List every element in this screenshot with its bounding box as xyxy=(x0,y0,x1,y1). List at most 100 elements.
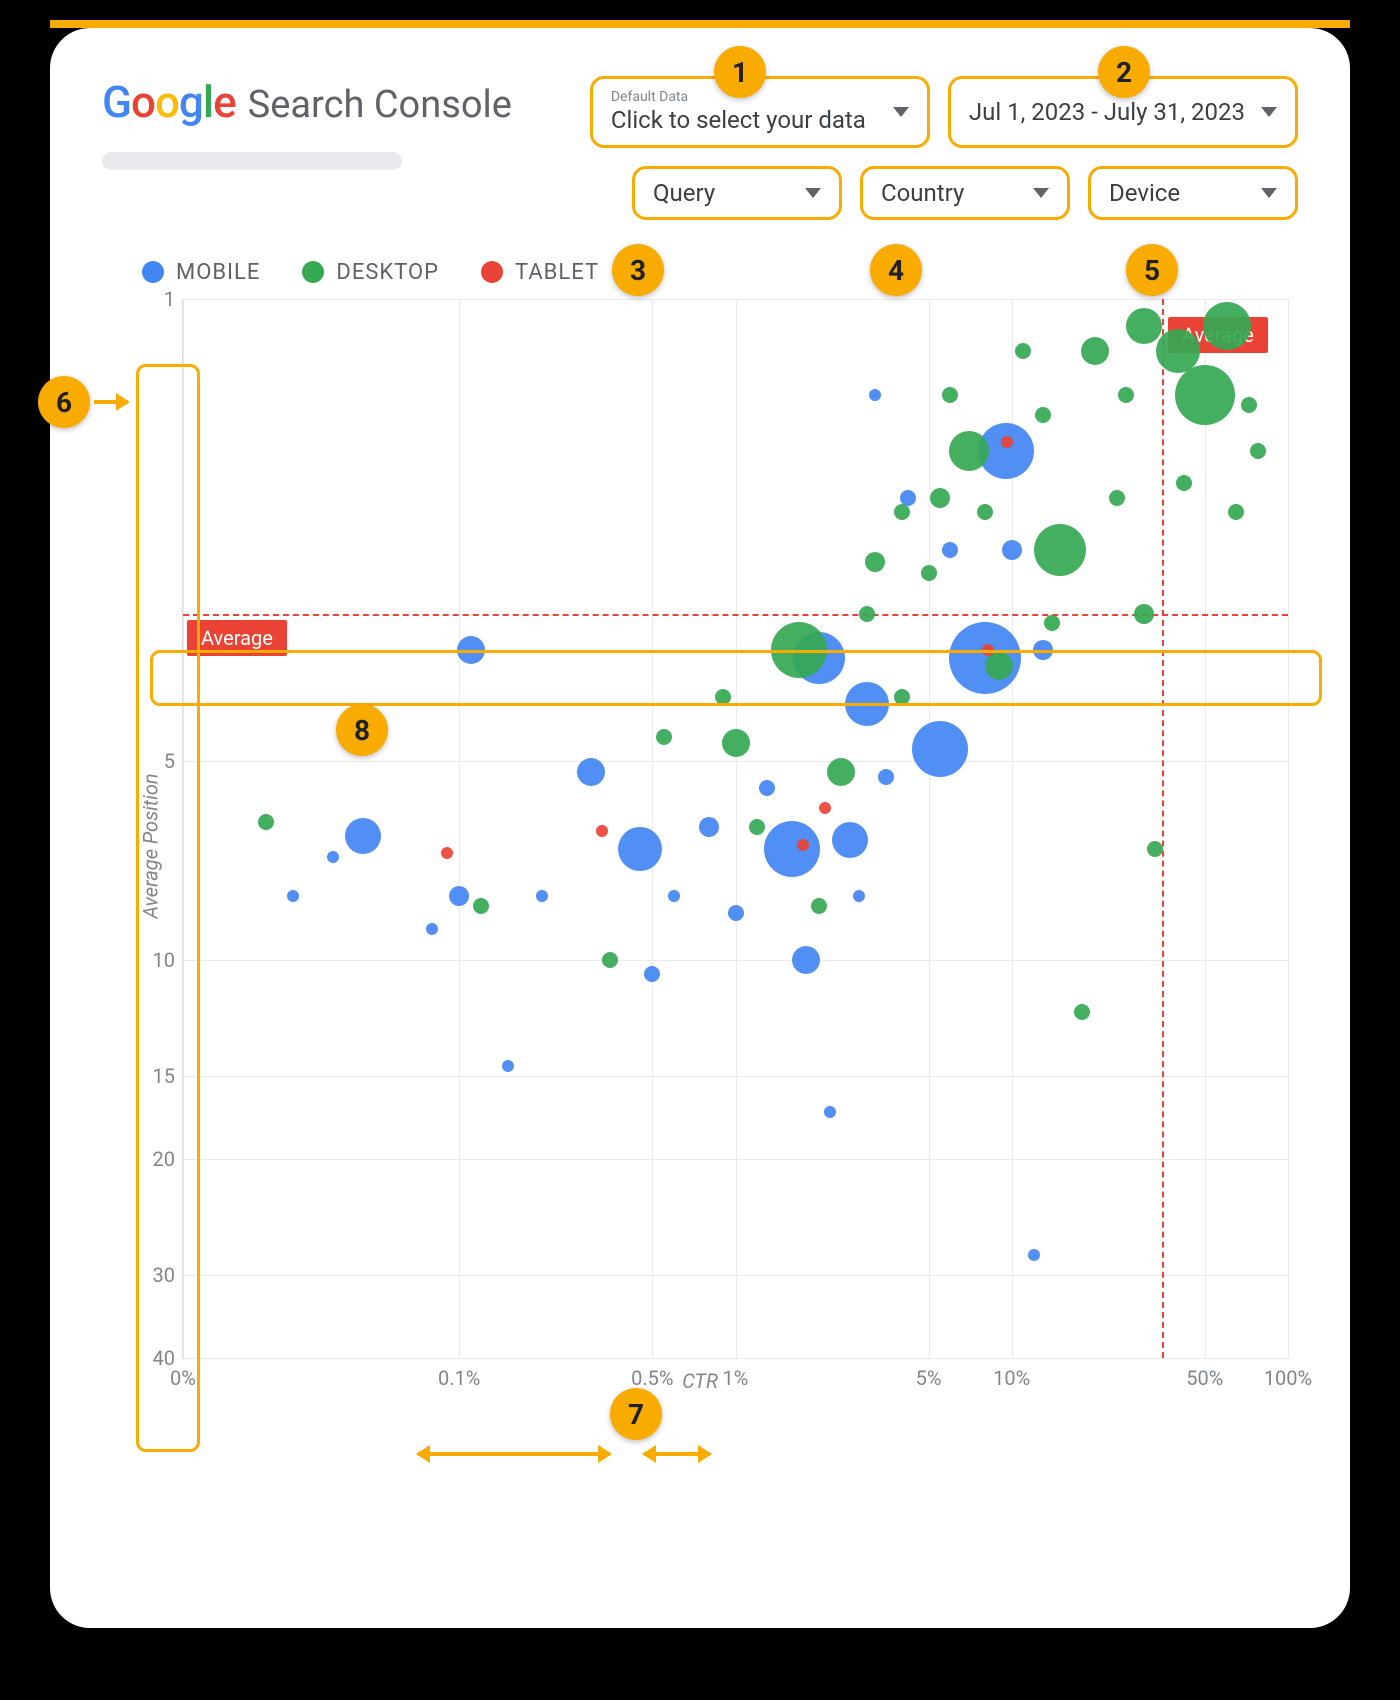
data-point[interactable] xyxy=(1081,337,1109,365)
data-point[interactable] xyxy=(1126,308,1162,344)
brand: Google Search Console xyxy=(102,76,512,128)
data-point[interactable] xyxy=(1250,443,1266,459)
x-tick: 0.5% xyxy=(631,1366,673,1390)
data-point[interactable] xyxy=(449,886,469,906)
data-point[interactable] xyxy=(982,644,994,656)
data-point[interactable] xyxy=(949,431,989,471)
data-point[interactable] xyxy=(345,818,381,854)
data-point[interactable] xyxy=(1028,1249,1040,1261)
data-point[interactable] xyxy=(869,389,881,401)
data-point[interactable] xyxy=(827,758,855,786)
google-logo: Google xyxy=(102,76,236,128)
annotation-7: 7 xyxy=(610,1388,662,1440)
data-point[interactable] xyxy=(287,890,299,902)
data-point[interactable] xyxy=(1033,640,1053,660)
data-point[interactable] xyxy=(942,387,958,403)
data-point[interactable] xyxy=(894,504,910,520)
data-point[interactable] xyxy=(1034,524,1086,576)
data-point[interactable] xyxy=(832,822,868,858)
data-point[interactable] xyxy=(811,898,827,914)
data-point[interactable] xyxy=(668,890,680,902)
data-point[interactable] xyxy=(797,839,809,851)
data-point[interactable] xyxy=(985,652,1013,680)
data-point[interactable] xyxy=(473,898,489,914)
annotation-4: 4 xyxy=(870,244,922,296)
data-point[interactable] xyxy=(577,758,605,786)
data-point[interactable] xyxy=(921,565,937,581)
y-tick: 1 xyxy=(127,287,175,311)
data-point[interactable] xyxy=(656,729,672,745)
data-point[interactable] xyxy=(764,821,820,877)
data-point[interactable] xyxy=(1118,387,1134,403)
data-point[interactable] xyxy=(327,851,339,863)
data-point[interactable] xyxy=(1147,841,1163,857)
data-point[interactable] xyxy=(1134,604,1154,624)
data-point[interactable] xyxy=(441,847,453,859)
annotation-8: 8 xyxy=(336,704,388,756)
x-tick: 0.1% xyxy=(438,1366,480,1390)
chevron-down-icon xyxy=(805,188,821,198)
data-point[interactable] xyxy=(912,721,968,777)
data-point[interactable] xyxy=(865,552,885,572)
data-point[interactable] xyxy=(258,814,274,830)
data-point[interactable] xyxy=(859,606,875,622)
data-point[interactable] xyxy=(792,946,820,974)
data-point[interactable] xyxy=(1015,343,1031,359)
data-point[interactable] xyxy=(602,952,618,968)
data-point[interactable] xyxy=(1203,302,1251,350)
chevron-down-icon xyxy=(1261,188,1277,198)
data-point[interactable] xyxy=(1241,397,1257,413)
country-select[interactable]: Country xyxy=(860,166,1070,220)
data-point[interactable] xyxy=(942,542,958,558)
data-point[interactable] xyxy=(878,769,894,785)
data-point[interactable] xyxy=(1001,436,1013,448)
x-tick: 50% xyxy=(1186,1366,1223,1390)
annotation-2: 2 xyxy=(1098,46,1150,98)
data-point[interactable] xyxy=(715,689,731,705)
annotation-6: 6 xyxy=(38,376,90,428)
data-point[interactable] xyxy=(771,622,827,678)
device-select[interactable]: Device xyxy=(1088,166,1298,220)
data-point[interactable] xyxy=(699,817,719,837)
x-tick: 10% xyxy=(993,1366,1030,1390)
data-point[interactable] xyxy=(977,504,993,520)
data-point[interactable] xyxy=(853,890,865,902)
data-point[interactable] xyxy=(596,825,608,837)
x-tick: 100% xyxy=(1264,1366,1312,1390)
y-tick: 10 xyxy=(127,948,175,972)
data-point[interactable] xyxy=(1176,475,1192,491)
data-point[interactable] xyxy=(1074,1004,1090,1020)
dashboard-card: Google Search Console Default Data Click… xyxy=(50,28,1350,1628)
data-point[interactable] xyxy=(1044,615,1060,631)
data-point[interactable] xyxy=(457,636,485,664)
data-point[interactable] xyxy=(502,1060,514,1072)
annotation-1: 1 xyxy=(714,46,766,98)
legend-tablet: TABLET xyxy=(481,260,599,285)
data-point[interactable] xyxy=(618,827,662,871)
scatter-plot: 0%0.1%0.5%1%5%10%50%100%151015203040Aver… xyxy=(182,299,1288,1359)
data-source-label: Click to select your data xyxy=(611,106,866,135)
skeleton-bar xyxy=(102,152,402,170)
data-point[interactable] xyxy=(644,966,660,982)
data-point[interactable] xyxy=(749,819,765,835)
data-point[interactable] xyxy=(930,488,950,508)
data-point[interactable] xyxy=(759,780,775,796)
data-point[interactable] xyxy=(1175,365,1235,425)
data-point[interactable] xyxy=(824,1106,836,1118)
data-point[interactable] xyxy=(722,729,750,757)
x-tick: 1% xyxy=(723,1366,749,1390)
data-point[interactable] xyxy=(536,890,548,902)
data-point[interactable] xyxy=(1002,540,1022,560)
data-point[interactable] xyxy=(845,682,889,726)
data-point[interactable] xyxy=(1109,490,1125,506)
data-point[interactable] xyxy=(426,923,438,935)
data-point[interactable] xyxy=(1228,504,1244,520)
y-axis-label: Average Position xyxy=(139,773,163,918)
data-point[interactable] xyxy=(894,689,910,705)
data-point[interactable] xyxy=(819,802,831,814)
y-tick: 20 xyxy=(127,1147,175,1171)
x-axis-label: CTR xyxy=(102,1369,1298,1393)
data-point[interactable] xyxy=(1035,407,1051,423)
query-select[interactable]: Query xyxy=(632,166,842,220)
data-point[interactable] xyxy=(728,905,744,921)
